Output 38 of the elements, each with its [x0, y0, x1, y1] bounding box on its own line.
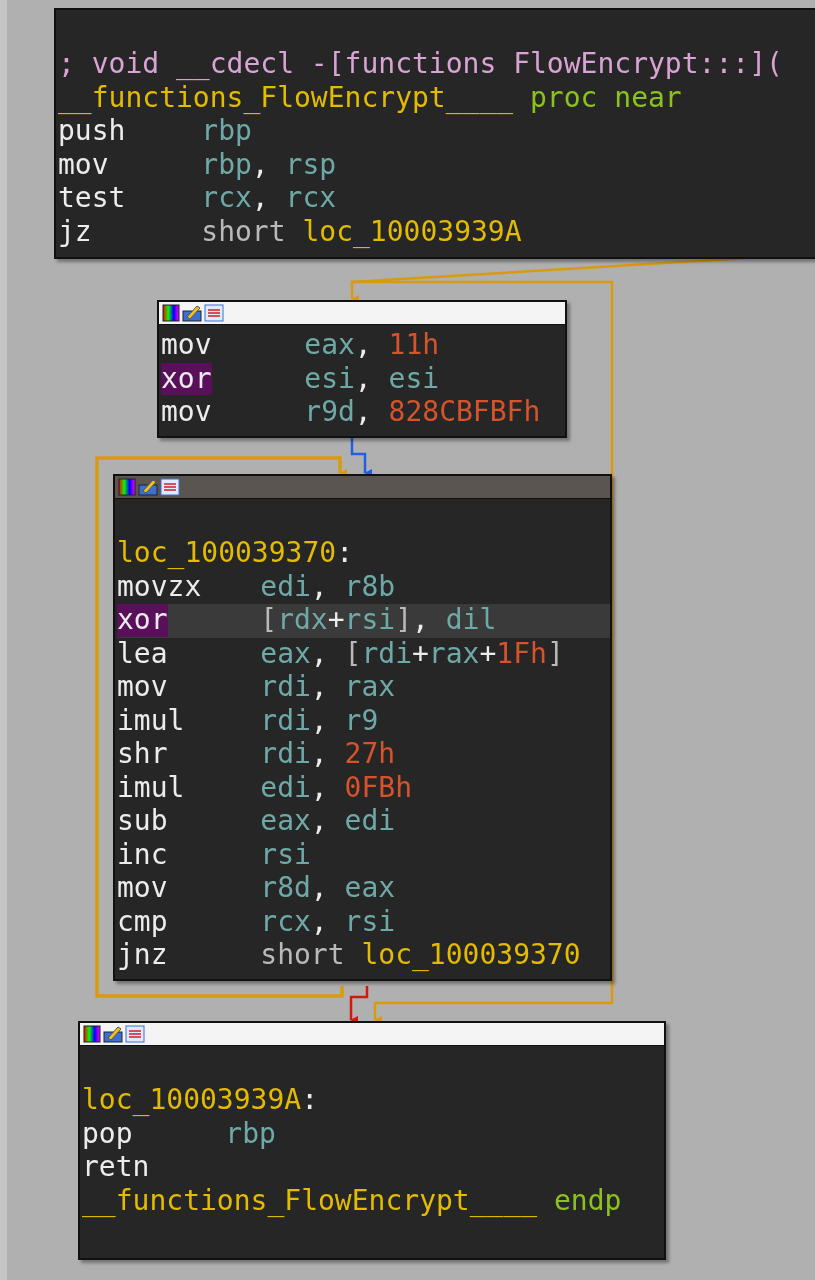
palette-icon[interactable]	[83, 1025, 101, 1043]
code-line[interactable]: ; void __cdecl -[functions FlowEncrypt:::](	[58, 48, 815, 82]
palette-icon[interactable]	[162, 304, 180, 322]
code-block[interactable]: loc_10003939A: pop rbp retn __functions_FlowEncrypt____ endp	[78, 1021, 666, 1260]
palette-icon[interactable]	[118, 478, 136, 496]
code-block[interactable]: ; void __cdecl -[functions FlowEncrypt:::]( __functions_FlowEncrypt____ proc near push rbp mov rbp, rsp test rcx, rcx jz short loc_10003939A	[54, 8, 815, 259]
graph-icon[interactable]	[125, 1025, 145, 1043]
code-line[interactable]: imul rdi, r9	[117, 704, 610, 738]
graph-icon[interactable]	[204, 304, 224, 322]
pencil-icon[interactable]	[103, 1025, 123, 1043]
code-line[interactable]: inc rsi	[117, 838, 610, 872]
code-line[interactable]: pop rbp	[82, 1117, 664, 1151]
code-line[interactable]: jnz short loc_100039370	[117, 939, 610, 973]
code-line[interactable]: lea eax, [rdi+rax+1Fh]	[117, 637, 610, 671]
code-line[interactable]: loc_100039370:	[117, 537, 610, 571]
code-line[interactable]: loc_10003939A:	[82, 1084, 664, 1118]
code-line[interactable]: movzx edi, r8b	[117, 570, 610, 604]
code-line[interactable]: sub eax, edi	[117, 805, 610, 839]
code-line[interactable]: xor esi, esi	[161, 362, 565, 396]
code-line[interactable]: __functions_FlowEncrypt____ proc near	[58, 81, 815, 115]
code-line[interactable]: mov r8d, eax	[117, 872, 610, 906]
code-line[interactable]: mov r9d, 828CBFBFh	[161, 396, 565, 430]
code-line[interactable]: shr rdi, 27h	[117, 738, 610, 772]
code-block[interactable]: mov eax, 11h xor esi, esi mov r9d, 828CBFBFh	[157, 300, 567, 438]
graph-icon[interactable]	[160, 478, 180, 496]
code-line[interactable]: jz short loc_10003939A	[58, 215, 815, 249]
code-line[interactable]: cmp rcx, rsi	[117, 905, 610, 939]
code-line[interactable]: mov rbp, rsp	[58, 148, 815, 182]
code-line[interactable]: retn	[82, 1151, 664, 1185]
code-line[interactable]: mov eax, 11h	[161, 329, 565, 363]
pencil-icon[interactable]	[138, 478, 158, 496]
code-line[interactable]: __functions_FlowEncrypt____ endp	[82, 1184, 664, 1218]
code-line[interactable]: mov rdi, rax	[117, 671, 610, 705]
code-line[interactable]: imul edi, 0FBh	[117, 771, 610, 805]
pencil-icon[interactable]	[182, 304, 202, 322]
code-line[interactable]: push rbp	[58, 115, 815, 149]
code-line[interactable]: test rcx, rcx	[58, 182, 815, 216]
code-block[interactable]: loc_100039370: movzx edi, r8b xor [rdx+rsi], dil lea eax, [rdi+rax+1Fh] mov rdi, rax imul rdi, r9 shr rdi, 27h imul edi, 0FBh sub eax, edi inc rsi mov r8d, eax cmp rcx, rsi jnz short loc_100039370	[113, 474, 612, 981]
